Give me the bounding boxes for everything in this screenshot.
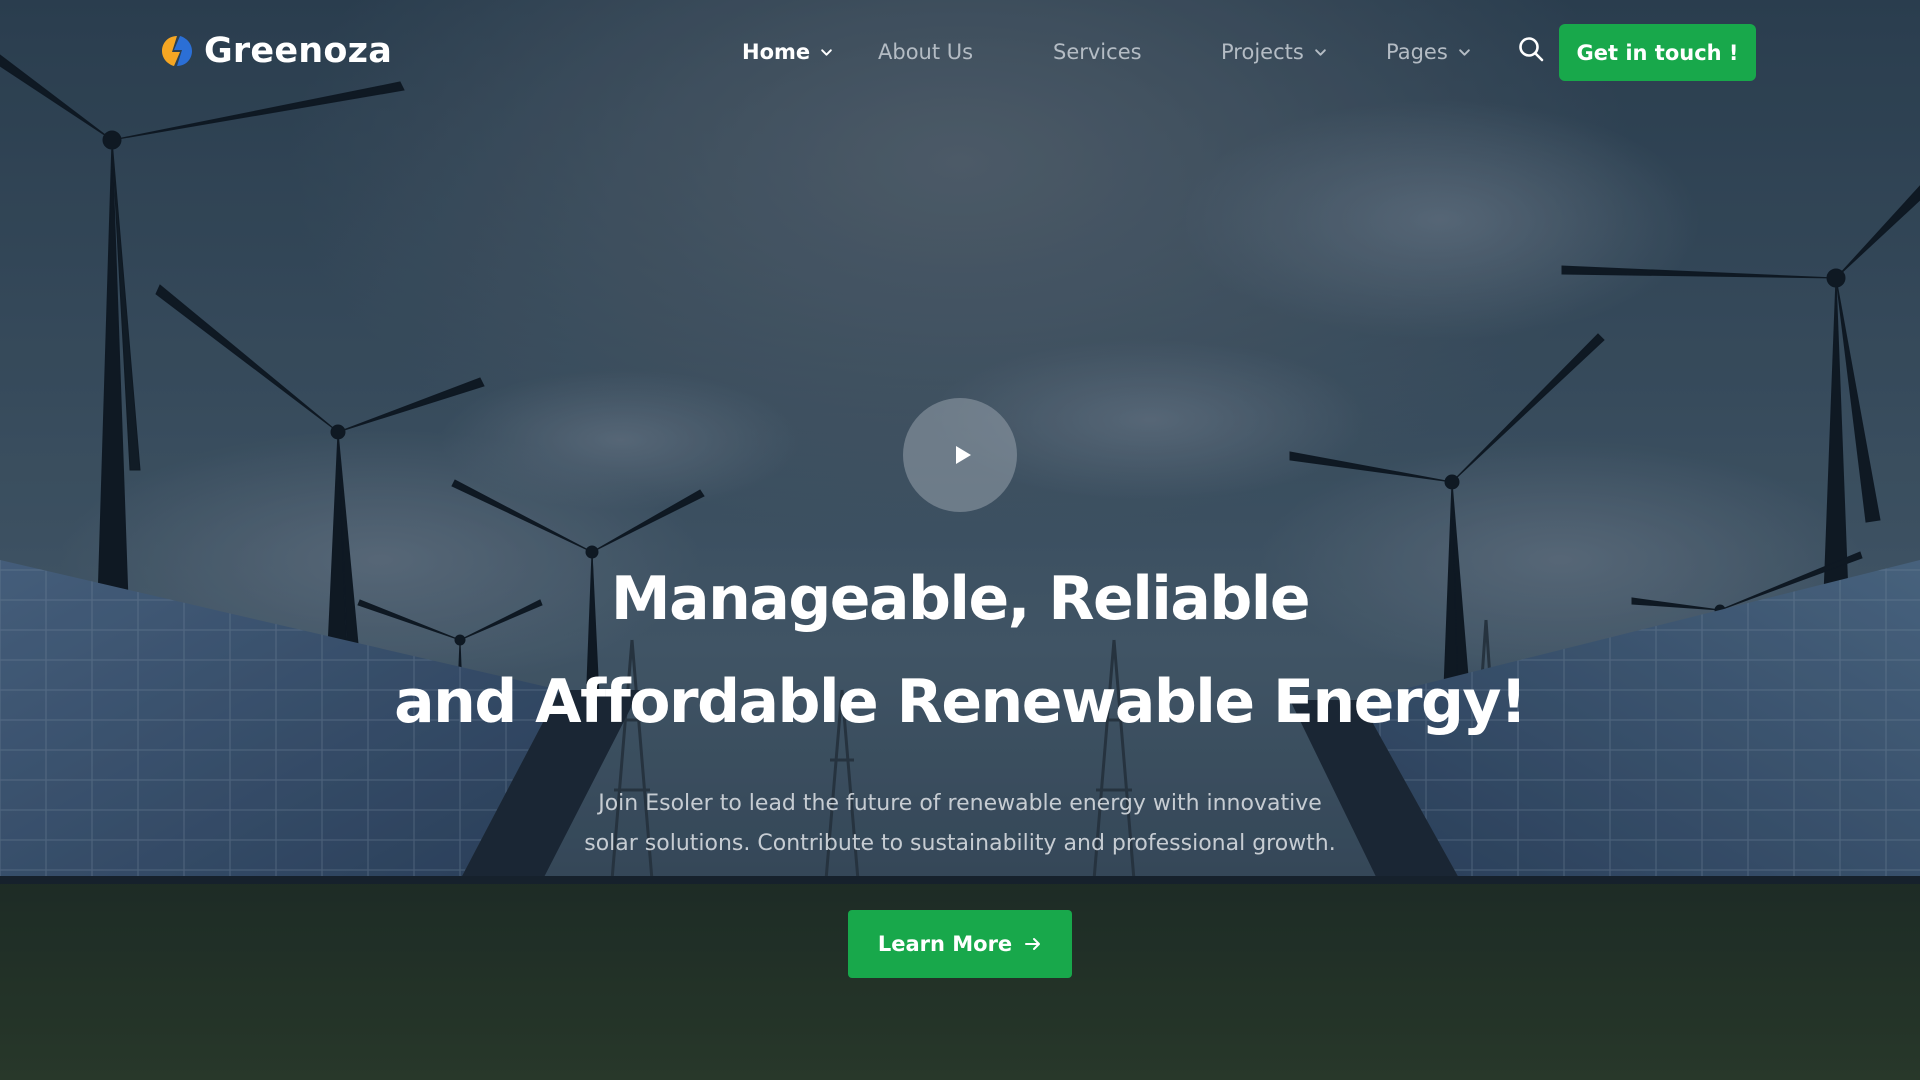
learn-more-label: Learn More [877,932,1013,956]
navbar: Greenoza Home About Us Services Projects… [0,0,1920,104]
hero-title-line-1: Manageable, Reliable [610,564,1311,634]
hero-description-line-1: Join Esoler to lead the future of renewa… [598,791,1322,816]
brand-name: Greenoza [204,31,393,71]
nav-item-pages[interactable]: Pages [1386,33,1471,71]
nav-item-label: Services [1053,40,1142,64]
nav-item-label: Home [742,40,811,64]
nav-item-services[interactable]: Services [1053,33,1142,71]
get-in-touch-button[interactable]: Get in touch ! [1559,24,1756,81]
chevron-down-icon [1314,48,1326,56]
search-icon [1519,37,1544,62]
learn-more-button[interactable]: Learn More [848,910,1072,978]
search-button[interactable] [1516,34,1546,64]
chevron-down-icon [1458,48,1470,56]
nav-item-label: Pages [1386,40,1448,64]
hero-title: Manageable, Reliable and Affordable Rene… [260,548,1660,754]
arrow-right-icon [1025,938,1041,950]
nav-item-label: About Us [878,40,974,64]
logo-icon [162,36,192,66]
hero-section: Greenoza Home About Us Services Projects… [0,0,1920,1080]
nav-item-home[interactable]: Home [742,33,833,71]
play-icon [955,446,971,464]
play-video-button[interactable] [903,398,1017,512]
nav-item-about-us[interactable]: About Us [878,33,973,71]
hero-description: Join Esoler to lead the future of renewa… [460,784,1460,864]
hero-title-line-2: and Affordable Renewable Energy! [394,667,1527,737]
nav-item-label: Projects [1221,40,1304,64]
hero-description-line-2: solar solutions. Contribute to sustainab… [584,831,1336,856]
chevron-down-icon [821,48,832,56]
nav-item-projects[interactable]: Projects [1221,33,1327,71]
logo[interactable]: Greenoza [160,28,392,74]
